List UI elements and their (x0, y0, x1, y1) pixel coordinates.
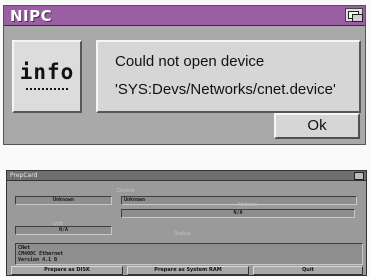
info-line: Version 4.1 B (18, 257, 58, 263)
unit-field: N/A (15, 226, 112, 235)
window-title-bar[interactable]: NIPC (4, 6, 365, 26)
message-box: Could not open device 'SYS:Devs/Networks… (96, 40, 361, 113)
prepare-disk-button[interactable]: Prepare as DISK (11, 266, 123, 275)
address-field: N/A (121, 209, 355, 218)
prepare-ram-button[interactable]: Prepare as System RAM (127, 266, 249, 275)
device-info-box: CNet CM400C Ethernet Version 4.1 B (15, 243, 363, 265)
info-icon-label: info (19, 60, 75, 84)
device-label: Device (117, 188, 135, 194)
error-requester-window: NIPC info Could not open device 'SYS:Dev… (3, 5, 366, 145)
status-label: Status (174, 231, 190, 237)
quit-button[interactable]: Quit (253, 266, 363, 275)
prepcard-title-bar[interactable]: PrepCard (7, 171, 366, 181)
prepcard-title: PrepCard (10, 172, 38, 179)
close-icon[interactable] (354, 172, 364, 180)
info-icon: info (12, 40, 82, 113)
address-label: Address (237, 202, 257, 208)
message-line-2: 'SYS:Devs/Networks/cnet.device' (115, 81, 336, 98)
depth-gadget-icon[interactable] (345, 8, 363, 22)
board-field: Unknown (15, 196, 112, 205)
window-title: NIPC (10, 7, 53, 25)
prepcard-window: PrepCard Device Unknown Unknown Address … (6, 170, 367, 276)
ok-button[interactable]: Ok (274, 113, 360, 139)
message-line-1: Could not open device (115, 53, 265, 70)
